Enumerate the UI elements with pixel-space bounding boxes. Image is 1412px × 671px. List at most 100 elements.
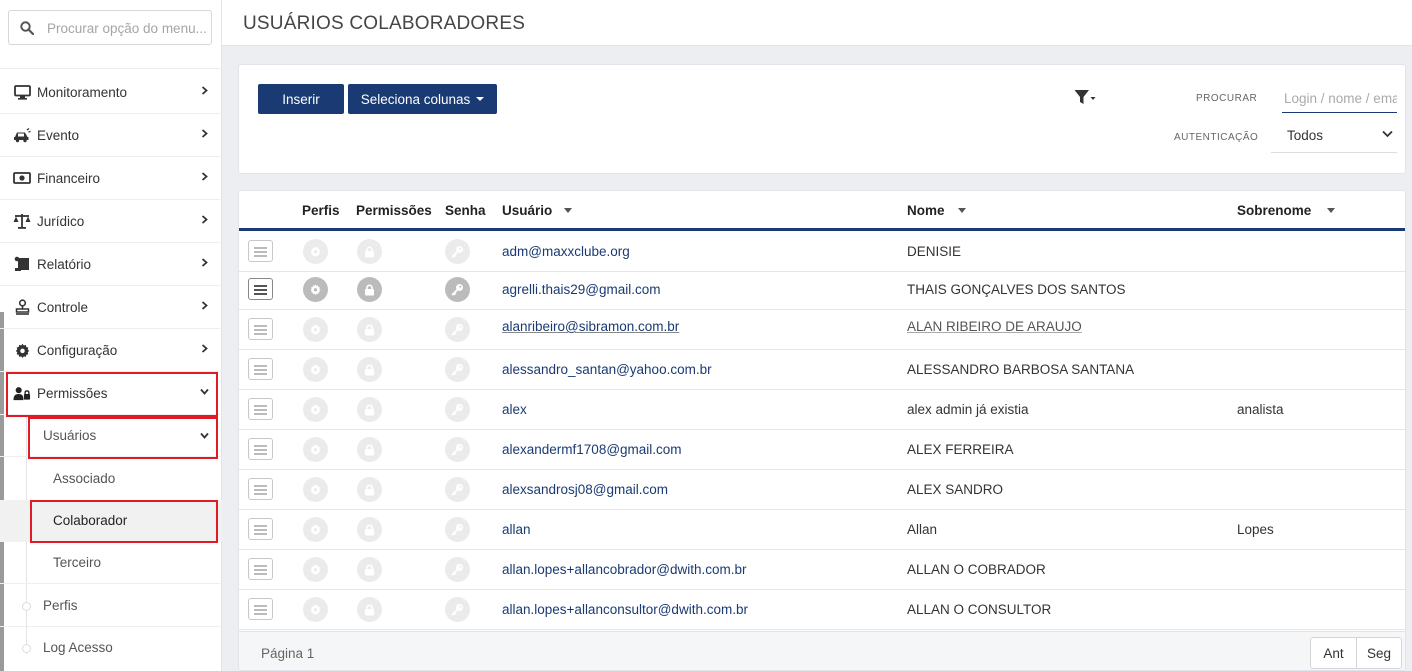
password-key-icon[interactable] xyxy=(445,437,470,462)
password-key-icon[interactable] xyxy=(445,557,470,582)
sidebar-subitem-associado[interactable]: Associado xyxy=(0,458,222,500)
password-key-icon[interactable] xyxy=(445,239,470,264)
toolbar-panel: Inserir Seleciona colunas PROCURAR AUTEN… xyxy=(238,64,1406,174)
permission-lock-icon[interactable] xyxy=(357,437,382,462)
profile-gear-icon[interactable] xyxy=(303,357,328,382)
cell-sobrenome: analista xyxy=(1237,402,1284,417)
cell-usuario[interactable]: alexandermf1708@gmail.com xyxy=(502,442,682,457)
sidebar-subitem-terceiro[interactable]: Terceiro xyxy=(0,542,222,584)
prev-page-button[interactable]: Ant xyxy=(1310,637,1357,669)
password-key-icon[interactable] xyxy=(445,397,470,422)
password-key-icon[interactable] xyxy=(445,597,470,622)
permission-lock-icon[interactable] xyxy=(357,517,382,542)
sidebar-subitem-log-acesso[interactable]: Log Acesso xyxy=(0,627,222,669)
filter-icon[interactable] xyxy=(1074,89,1098,107)
chevron-down-icon xyxy=(1382,130,1393,138)
sidebar-item-label: Jurídico xyxy=(37,213,85,229)
profile-gear-icon[interactable] xyxy=(303,557,328,582)
sidebar: Monitoramento Evento Financeiro Jurídico… xyxy=(0,0,222,671)
sort-caret-icon[interactable] xyxy=(564,208,572,213)
password-key-icon[interactable] xyxy=(445,317,470,342)
password-key-icon[interactable] xyxy=(445,517,470,542)
sidebar-subitem-perfis[interactable]: Perfis xyxy=(0,585,222,627)
cell-usuario[interactable]: agrelli.thais29@gmail.com xyxy=(502,282,661,297)
sidebar-subitem-usuarios[interactable]: Usuários xyxy=(0,415,222,457)
cell-nome: DENISIE xyxy=(907,244,962,259)
sidebar-subitem-colaborador[interactable]: Colaborador xyxy=(0,500,222,542)
cell-usuario[interactable]: allan xyxy=(502,522,531,537)
profile-gear-icon[interactable] xyxy=(303,437,328,462)
password-key-icon[interactable] xyxy=(445,277,470,302)
chevron-right-icon xyxy=(201,172,208,181)
tree-node-dot xyxy=(22,602,31,611)
row-actions-button[interactable] xyxy=(248,518,273,540)
cell-usuario[interactable]: alex xyxy=(502,402,527,417)
auth-select[interactable]: Todos xyxy=(1271,123,1397,153)
password-key-icon[interactable] xyxy=(445,357,470,382)
menu-search-input[interactable] xyxy=(47,18,207,38)
row-actions-button[interactable] xyxy=(248,558,273,580)
select-columns-button[interactable]: Seleciona colunas xyxy=(348,84,497,114)
table-header: Perfis Permissões Senha Usuário Nome Sob… xyxy=(239,191,1405,231)
sidebar-item-monitoramento[interactable]: Monitoramento xyxy=(0,71,222,114)
cell-usuario[interactable]: alanribeiro@sibramon.com.br xyxy=(502,319,679,334)
permission-lock-icon[interactable] xyxy=(357,397,382,422)
row-actions-button[interactable] xyxy=(248,318,273,340)
sidebar-item-configuracao[interactable]: Configuração xyxy=(0,329,222,372)
menu-divider xyxy=(0,55,222,69)
cell-nome: ALLAN O CONSULTOR xyxy=(907,602,1052,617)
row-actions-button[interactable] xyxy=(248,278,273,300)
table-row: allan.lopes+allancobrador@dwith.com.br AL… xyxy=(239,550,1405,590)
permission-lock-icon[interactable] xyxy=(357,597,382,622)
cell-usuario[interactable]: alessandro_santan@yahoo.com.br xyxy=(502,362,712,377)
next-page-button[interactable]: Seg xyxy=(1356,637,1402,669)
table-row: agrelli.thais29@gmail.com THAIS GONÇALVES… xyxy=(239,270,1405,310)
profile-gear-icon[interactable] xyxy=(303,517,328,542)
insert-button[interactable]: Inserir xyxy=(258,84,344,114)
sidebar-item-permissoes[interactable]: Permissões xyxy=(0,372,222,415)
sort-caret-icon[interactable] xyxy=(1327,208,1335,213)
password-key-icon[interactable] xyxy=(445,477,470,502)
cell-usuario[interactable]: allan.lopes+allancobrador@dwith.com.br xyxy=(502,562,746,577)
sidebar-item-controle[interactable]: Controle xyxy=(0,286,222,329)
sidebar-item-relatorio[interactable]: Relatório xyxy=(0,243,222,286)
row-actions-button[interactable] xyxy=(248,598,273,620)
column-header-permissoes: Permissões xyxy=(356,203,432,218)
sidebar-item-label: Permissões xyxy=(37,385,108,401)
sidebar-item-financeiro[interactable]: Financeiro xyxy=(0,157,222,200)
profile-gear-icon[interactable] xyxy=(303,597,328,622)
car-crash-icon xyxy=(13,127,31,143)
row-actions-button[interactable] xyxy=(248,398,273,420)
sort-caret-icon[interactable] xyxy=(958,208,966,213)
row-actions-button[interactable] xyxy=(248,240,273,262)
column-header-nome[interactable]: Nome xyxy=(907,203,945,218)
permission-lock-icon[interactable] xyxy=(357,277,382,302)
scale-icon xyxy=(13,213,31,229)
sidebar-item-juridico[interactable]: Jurídico xyxy=(0,200,222,243)
sidebar-item-evento[interactable]: Evento xyxy=(0,114,222,157)
row-actions-button[interactable] xyxy=(248,438,273,460)
gear-icon xyxy=(13,342,31,358)
cell-usuario[interactable]: alexsandrosj08@gmail.com xyxy=(502,482,668,497)
column-header-usuario[interactable]: Usuário xyxy=(502,203,552,218)
profile-gear-icon[interactable] xyxy=(303,239,328,264)
profile-gear-icon[interactable] xyxy=(303,317,328,342)
sidebar-subitem-label: Perfis xyxy=(43,598,78,613)
row-actions-button[interactable] xyxy=(248,478,273,500)
permission-lock-icon[interactable] xyxy=(357,239,382,264)
column-header-sobrenome[interactable]: Sobrenome xyxy=(1237,203,1311,218)
cell-usuario[interactable]: adm@maxxclube.org xyxy=(502,244,630,259)
users-table: Perfis Permissões Senha Usuário Nome Sob… xyxy=(238,190,1406,671)
profile-gear-icon[interactable] xyxy=(303,477,328,502)
profile-gear-icon[interactable] xyxy=(303,277,328,302)
permission-lock-icon[interactable] xyxy=(357,557,382,582)
cell-usuario[interactable]: allan.lopes+allanconsultor@dwith.com.br xyxy=(502,602,748,617)
permission-lock-icon[interactable] xyxy=(357,317,382,342)
cell-nome: ALESSANDRO BARBOSA SANTANA xyxy=(907,362,1135,377)
search-input[interactable] xyxy=(1282,85,1397,113)
permission-lock-icon[interactable] xyxy=(357,357,382,382)
row-actions-button[interactable] xyxy=(248,358,273,380)
profile-gear-icon[interactable] xyxy=(303,397,328,422)
chevron-down-icon xyxy=(200,432,209,439)
permission-lock-icon[interactable] xyxy=(357,477,382,502)
